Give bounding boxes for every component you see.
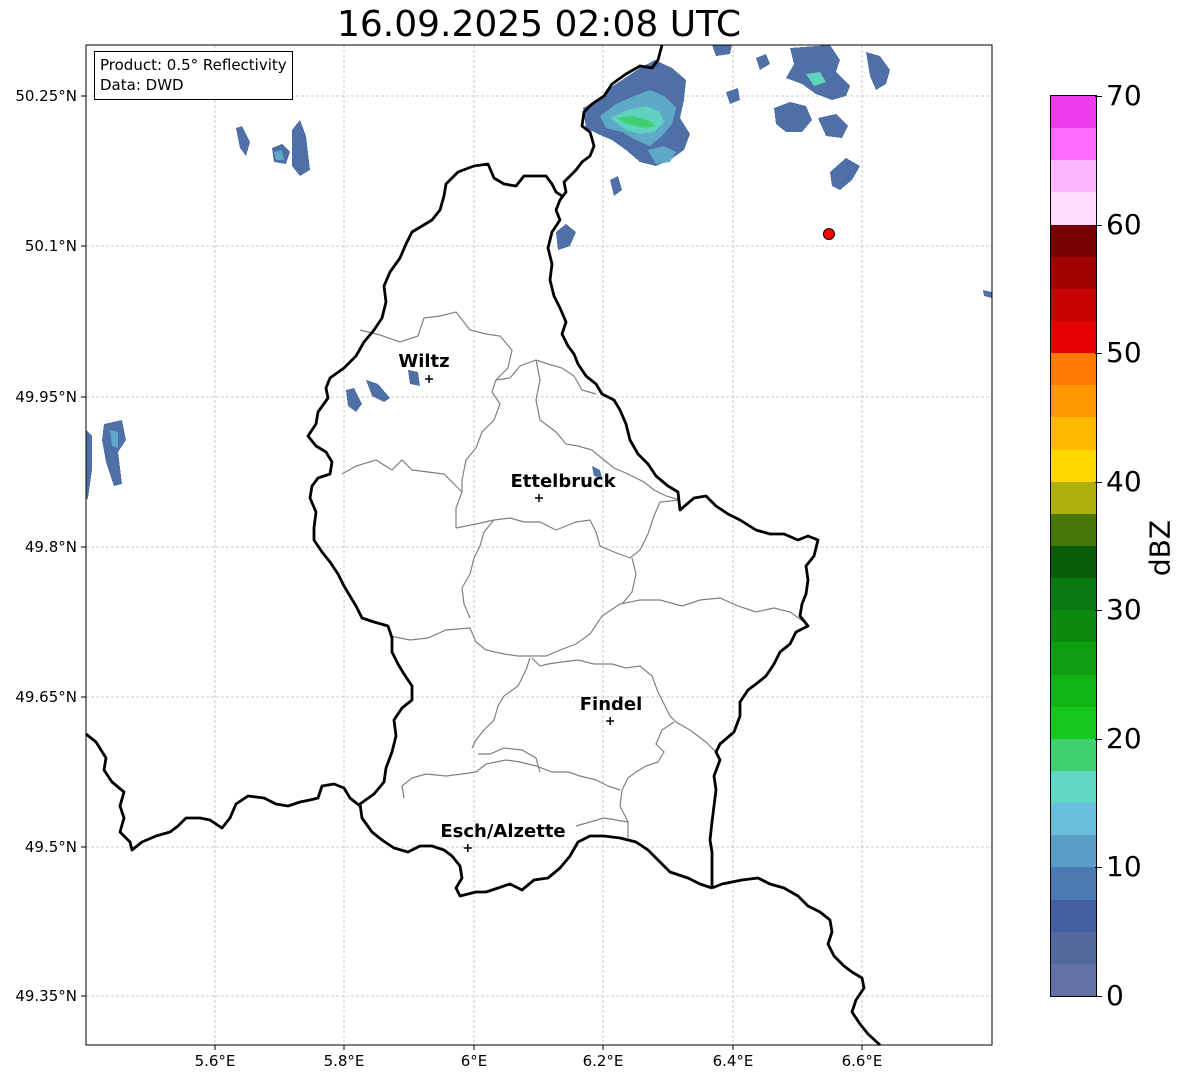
colorbar-tick-label: 70 xyxy=(1106,79,1142,112)
radar-echoes xyxy=(86,45,992,500)
product-label: Product: 0.5° Reflectivity xyxy=(100,56,287,74)
colorbar-segment xyxy=(1051,931,1096,964)
colorbar-segment xyxy=(1051,899,1096,932)
colorbar-tick xyxy=(1095,224,1102,226)
city-label-wiltz: Wiltz xyxy=(398,351,450,372)
colorbar-tick xyxy=(1095,481,1102,483)
map-frame xyxy=(85,44,993,1046)
city-marker-findel xyxy=(606,717,615,725)
colorbar-tick xyxy=(1095,867,1102,869)
colorbar-segment xyxy=(1051,449,1096,482)
colorbar-segment xyxy=(1051,128,1096,161)
city-label-ettelbruck: Ettelbruck xyxy=(510,471,616,492)
data-source-label: Data: DWD xyxy=(100,76,184,94)
lon-label-5-6: 5.6°E xyxy=(194,1052,236,1070)
city-marker-wiltz xyxy=(424,375,433,383)
colorbar-segment xyxy=(1051,192,1096,225)
city-label-esch-alzette: Esch/Alzette xyxy=(440,821,566,842)
colorbar-tick xyxy=(1095,996,1102,997)
gridlines xyxy=(86,45,992,1045)
colorbar-tick-label: 10 xyxy=(1106,850,1142,884)
city-markers xyxy=(424,375,615,852)
colorbar-tick xyxy=(1095,610,1102,612)
colorbar-tick xyxy=(1095,353,1102,355)
colorbar-tick xyxy=(1095,96,1102,97)
dbz-colorbar xyxy=(1050,95,1097,997)
colorbar-segment xyxy=(1051,513,1096,547)
colorbar-segment xyxy=(1051,803,1096,836)
colorbar-tick-label: 20 xyxy=(1106,721,1142,755)
lat-label-49-65: 49.65°N xyxy=(15,688,77,706)
colorbar-segment xyxy=(1051,674,1096,707)
radar-site-marker xyxy=(822,228,835,240)
colorbar-tick-label: 40 xyxy=(1106,464,1142,498)
colorbar-segment xyxy=(1051,578,1096,611)
canton-boundaries xyxy=(341,311,805,838)
colorbar-tick-label: 50 xyxy=(1106,336,1142,370)
colorbar-segment xyxy=(1051,224,1096,257)
colorbar-segment xyxy=(1051,481,1096,514)
colorbar-tick-label: 30 xyxy=(1106,593,1142,627)
lat-label-49-8: 49.8°N xyxy=(24,538,77,556)
colorbar-tick xyxy=(1095,738,1102,740)
colorbar-segment xyxy=(1051,160,1096,193)
colorbar-segment xyxy=(1051,417,1096,450)
city-marker-esch-alzette xyxy=(463,844,472,852)
lat-label-50-1: 50.1°N xyxy=(24,237,77,255)
lon-label-6: 6°E xyxy=(460,1052,488,1070)
national-borders xyxy=(85,44,881,1047)
lat-label-49-5: 49.5°N xyxy=(24,838,77,856)
radar-map xyxy=(81,44,993,1050)
colorbar-segment xyxy=(1051,835,1096,868)
lon-label-6-4: 6.4°E xyxy=(712,1052,754,1070)
colorbar-segment xyxy=(1051,385,1096,418)
colorbar-segment xyxy=(1051,706,1096,739)
lat-ticks xyxy=(81,95,86,997)
colorbar-tick-label: 0 xyxy=(1106,979,1124,1012)
lon-ticks xyxy=(214,1045,863,1050)
product-info-box: Product: 0.5° Reflectivity Data: DWD xyxy=(94,51,293,100)
lon-label-5-8: 5.8°E xyxy=(323,1052,365,1070)
colorbar-segment xyxy=(1051,256,1096,289)
colorbar-title: dBZ xyxy=(1143,519,1177,577)
colorbar-segment xyxy=(1051,353,1096,386)
city-marker-ettelbruck xyxy=(535,494,543,502)
colorbar-segment xyxy=(1051,546,1096,579)
city-label-findel: Findel xyxy=(579,694,643,715)
colorbar-segment xyxy=(1051,963,1096,996)
lon-label-6-6: 6.6°E xyxy=(841,1052,883,1070)
colorbar-segment xyxy=(1051,288,1096,322)
lon-label-6-2: 6.2°E xyxy=(582,1052,624,1070)
colorbar-segment xyxy=(1051,867,1096,900)
lat-label-49-95: 49.95°N xyxy=(15,388,77,406)
colorbar-segment xyxy=(1051,738,1096,772)
lat-label-49-35: 49.35°N xyxy=(15,987,77,1005)
colorbar-segment xyxy=(1051,96,1096,129)
colorbar-segment xyxy=(1051,321,1096,354)
colorbar-segment xyxy=(1051,642,1096,675)
colorbar-segment xyxy=(1051,771,1096,804)
colorbar-tick-label: 60 xyxy=(1106,207,1142,241)
lat-label-50-25: 50.25°N xyxy=(15,87,77,105)
colorbar-segment xyxy=(1051,610,1096,643)
